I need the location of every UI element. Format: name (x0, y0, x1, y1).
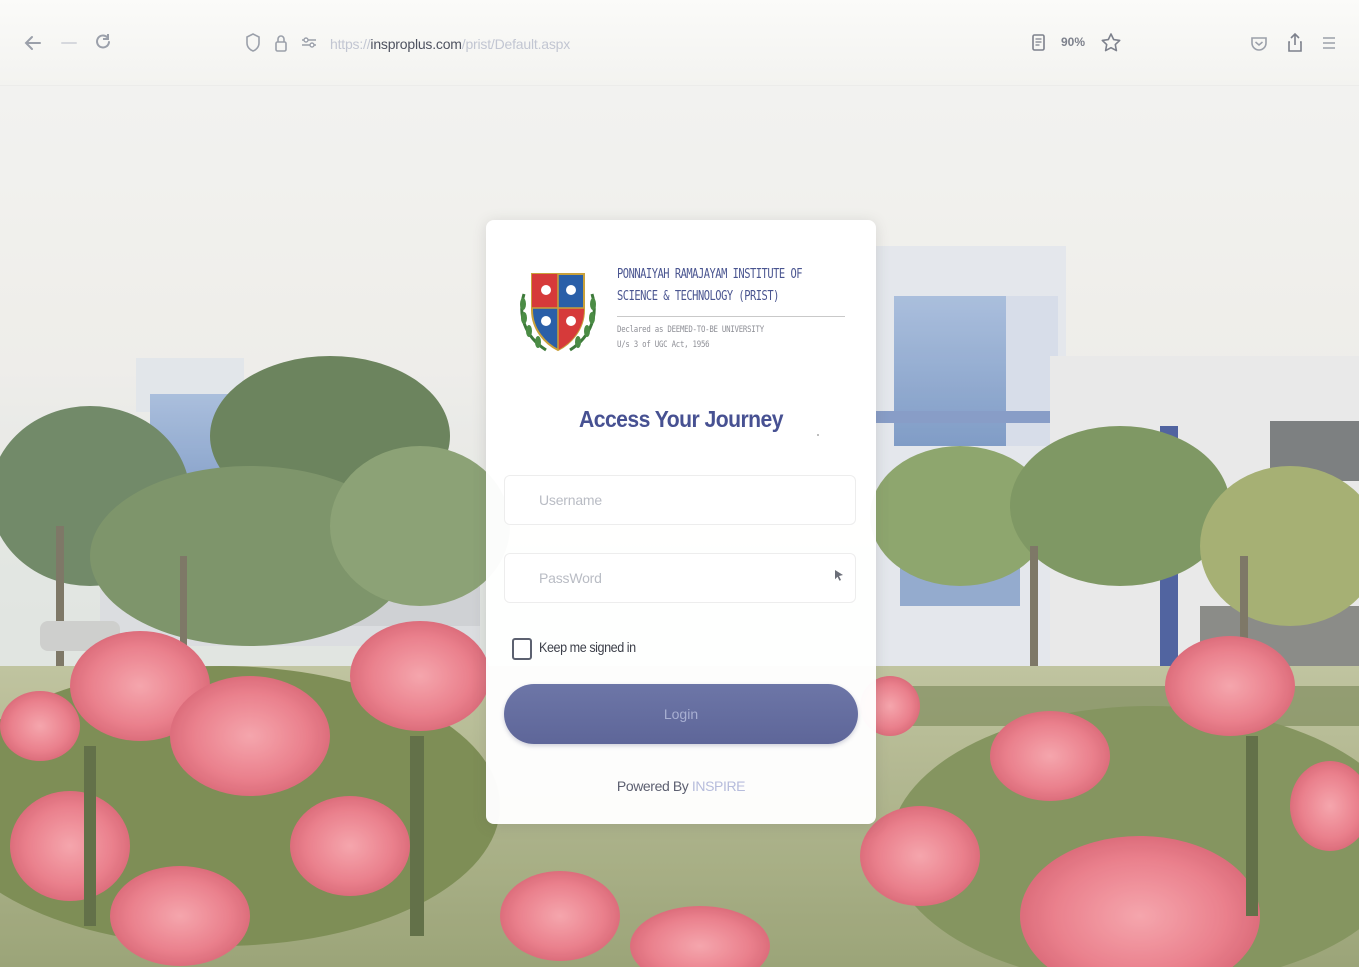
permissions-icon[interactable] (296, 30, 322, 56)
institution-sub-line2: U/s 3 of UGC Act, 1956 (617, 340, 710, 350)
url-host: insproplus.com (370, 36, 462, 52)
institution-divider (617, 316, 845, 317)
login-card: PONNAIYAH RAMAJAYAM INSTITUTE OF SCIENCE… (486, 220, 876, 824)
institution-name-line2: SCIENCE & TECHNOLOGY (PRIST) (617, 289, 779, 304)
address-bar[interactable]: https://insproplus.com/prist/Default.asp… (330, 34, 570, 54)
powered-by-brand-link[interactable]: INSPIRE (692, 778, 746, 794)
powered-by-footer: Powered By INSPIRE (486, 778, 876, 794)
forward-arrow-icon[interactable] (56, 30, 82, 56)
login-button[interactable]: Login (504, 684, 858, 744)
powered-by-label: Powered By (616, 778, 689, 794)
decorative-dot (817, 434, 819, 436)
institution-name: PONNAIYAH RAMAJAYAM INSTITUTE OF SCIENCE… (617, 264, 809, 308)
reload-icon[interactable] (90, 30, 116, 56)
lock-icon[interactable] (268, 30, 294, 56)
url-path: /prist/Default.aspx (461, 36, 571, 52)
bookmark-star-icon[interactable] (1098, 30, 1124, 56)
hamburger-menu-icon[interactable] (1316, 30, 1342, 56)
show-password-icon[interactable] (832, 568, 846, 582)
institution-logo (516, 264, 600, 358)
login-title: Access Your Journey (579, 406, 784, 432)
institution-subtitle: Declared as DEEMED-TO-BE UNIVERSITY U/s … (617, 323, 814, 353)
back-arrow-icon[interactable] (20, 30, 46, 56)
pocket-icon[interactable] (1246, 30, 1272, 56)
zoom-level-badge[interactable]: 90% (1061, 35, 1085, 49)
username-input[interactable] (504, 475, 856, 525)
keep-signed-in-checkbox[interactable] (512, 638, 532, 660)
url-scheme: https:// (330, 36, 371, 52)
reader-view-icon[interactable] (1025, 30, 1051, 56)
browser-toolbar: https://insproplus.com/prist/Default.asp… (0, 0, 1359, 86)
share-icon[interactable] (1282, 30, 1308, 56)
password-input[interactable] (504, 553, 856, 603)
tracking-shield-icon[interactable] (240, 30, 266, 56)
institution-name-line1: PONNAIYAH RAMAJAYAM INSTITUTE OF (617, 267, 803, 282)
institution-sub-line1: Declared as DEEMED-TO-BE UNIVERSITY (617, 325, 764, 335)
keep-signed-in-label[interactable]: Keep me signed in (539, 639, 636, 655)
